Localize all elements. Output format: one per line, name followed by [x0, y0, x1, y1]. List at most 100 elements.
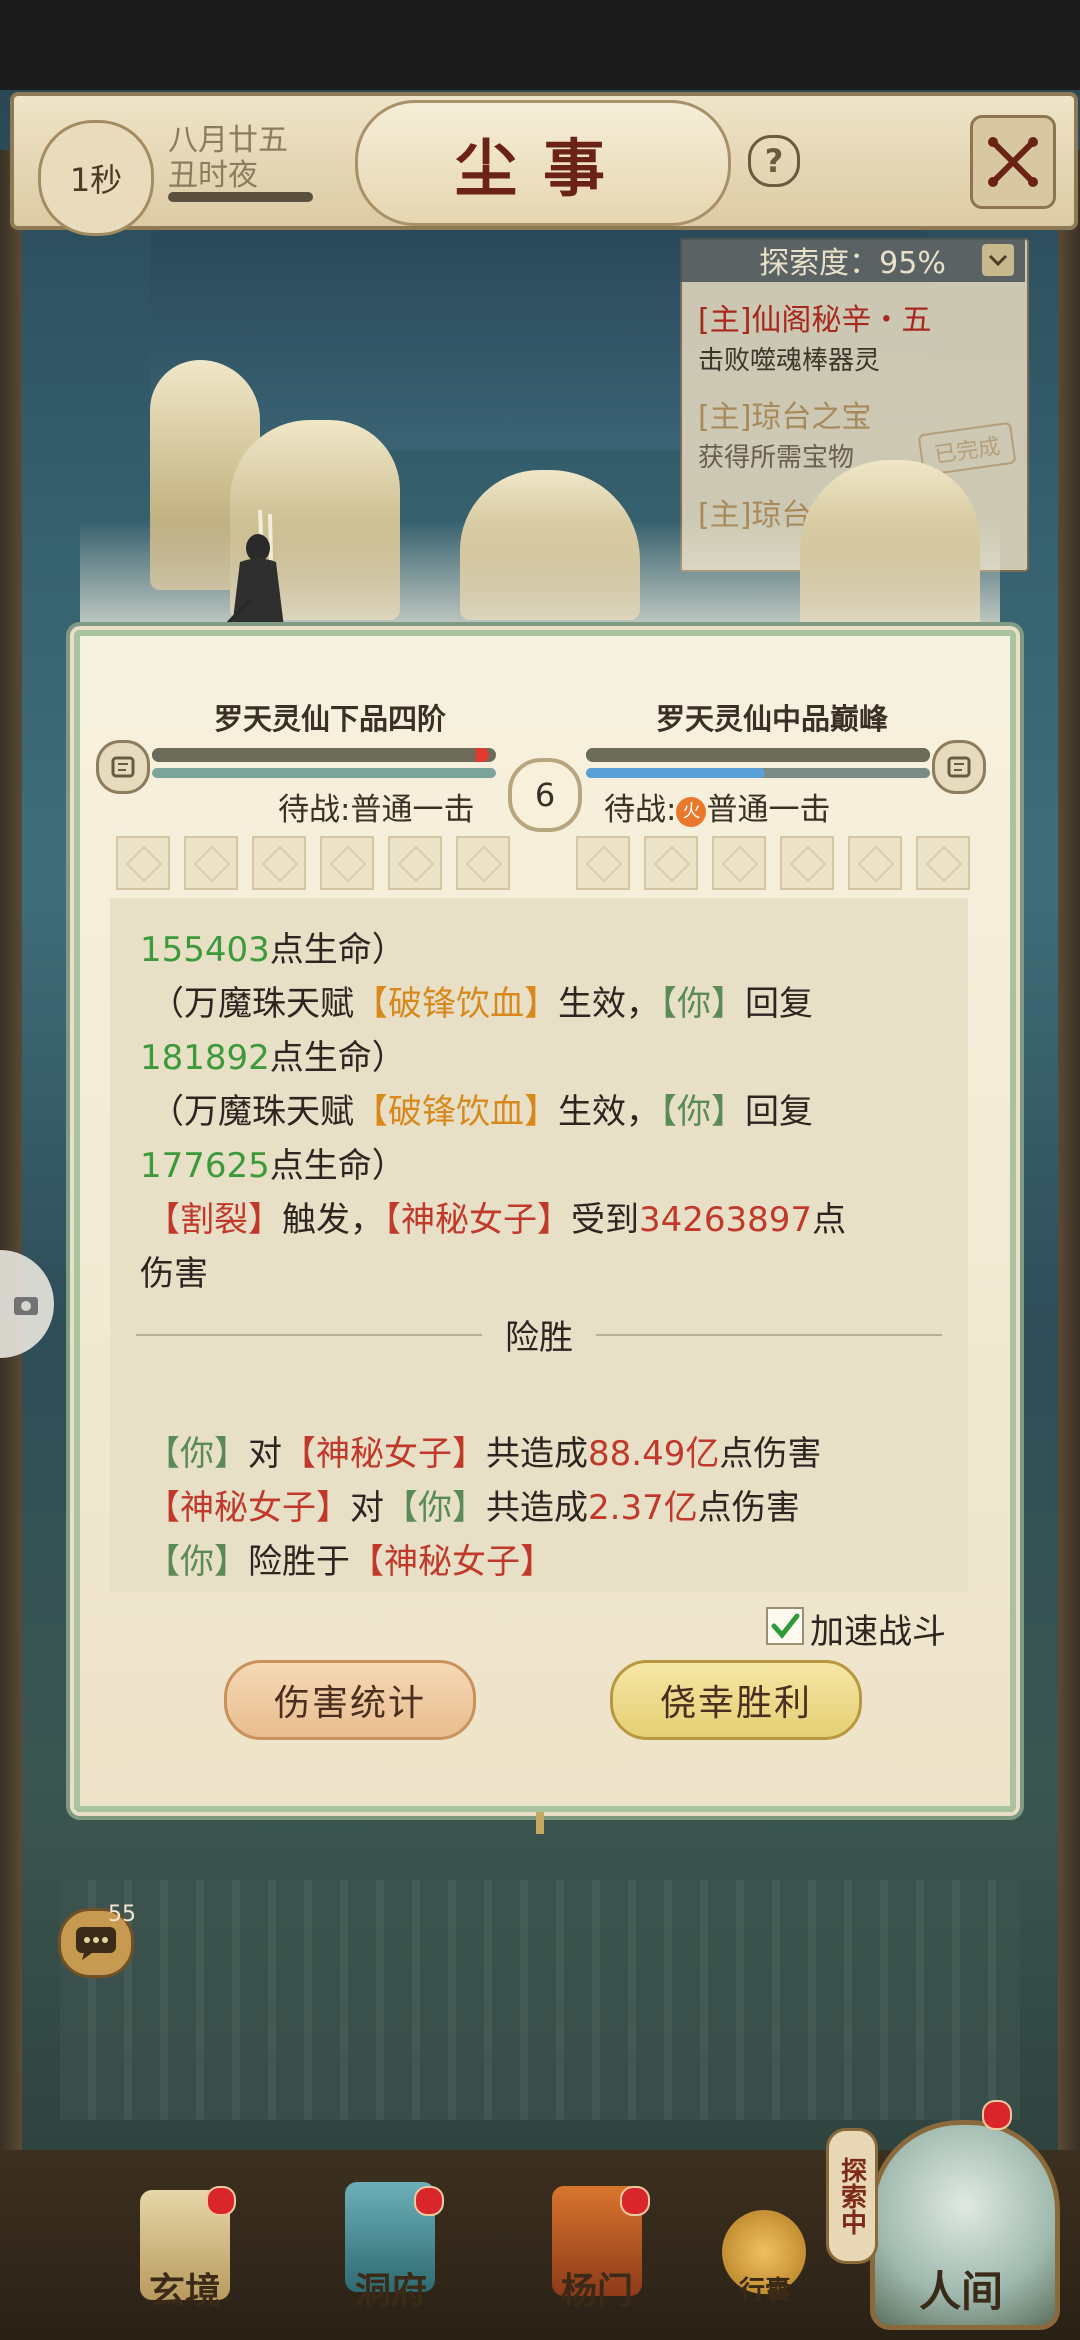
battle-result: 险胜	[505, 1318, 573, 1358]
summary-line: 【你】险胜于【神秘女子】	[146, 1534, 554, 1583]
player-energy-bar	[152, 768, 496, 778]
log-text: 触发，	[282, 1200, 384, 1240]
round-counter: 6	[508, 758, 582, 832]
damage-stats-button[interactable]: 伤害统计	[224, 1660, 476, 1740]
enemy-info-button[interactable]	[932, 740, 986, 794]
page-title: 尘事	[355, 100, 731, 226]
player-hp-bar	[152, 748, 496, 762]
player-name: 【你】	[146, 1542, 248, 1582]
notification-dot	[982, 2100, 1012, 2130]
log-text: 对	[350, 1488, 384, 1528]
nav-item-dongfu[interactable]: 洞府	[326, 2262, 456, 2314]
player-status-prefix: 待战:	[278, 792, 351, 828]
log-text: 受到	[571, 1200, 639, 1240]
balcony-scenery	[60, 1880, 1020, 2120]
log-text: 生效，	[558, 984, 660, 1024]
enemy-buff-slot[interactable]	[916, 836, 970, 890]
log-text: （万魔珠天赋	[150, 1092, 354, 1132]
player-name: 【你】	[146, 1434, 248, 1474]
heal-amount: 177625	[140, 1146, 270, 1186]
log-text: 共造成	[486, 1488, 588, 1528]
log-text: （万魔珠天赋	[150, 984, 354, 1024]
collapse-quests-button[interactable]	[982, 244, 1014, 276]
log-text: 回复	[745, 984, 813, 1024]
nav-item-yangmen[interactable]: 杨门	[532, 2262, 662, 2314]
status-strip	[0, 0, 1080, 90]
dialog-tassel	[536, 1812, 544, 1834]
player-buff-slot[interactable]	[320, 836, 374, 890]
log-text: 伤害	[140, 1254, 208, 1294]
log-line: （万魔珠天赋【破锋饮血】生效，【你】回复	[150, 976, 813, 1025]
enemy-buff-slot[interactable]	[644, 836, 698, 890]
quest-title[interactable]: [主]仙阁秘辛・五	[698, 295, 931, 339]
enemy-hp-fill	[586, 748, 930, 762]
quest-subtitle: 获得所需宝物	[698, 443, 855, 473]
player-name: 【你】	[384, 1488, 486, 1528]
nav-item-xuanjing[interactable]: 玄境	[120, 2262, 250, 2314]
log-text: 回复	[745, 1092, 813, 1132]
log-text: 点	[812, 1200, 847, 1240]
log-line: 【割裂】触发，【神秘女子】受到34263897点	[146, 1192, 846, 1241]
enemy-energy-bar	[586, 768, 930, 778]
player-name: 【你】	[660, 1092, 745, 1132]
enemy-hp-bar	[586, 748, 930, 762]
summary-line: 【神秘女子】对【你】共造成2.37亿点伤害	[146, 1480, 800, 1529]
fire-element-icon: 火	[676, 796, 707, 827]
enemy-buff-slot[interactable]	[576, 836, 630, 890]
player-info-button[interactable]	[96, 740, 150, 794]
enemy-status-prefix: 待战:	[604, 792, 677, 828]
scroll-icon	[111, 756, 135, 778]
lucky-win-button[interactable]: 侥幸胜利	[610, 1660, 862, 1740]
damage-amount: 34263897	[639, 1200, 813, 1240]
player-buff-slot[interactable]	[116, 836, 170, 890]
explore-progress: 探索度：95%	[680, 238, 1025, 282]
log-text: 险胜于	[248, 1542, 350, 1582]
checkmark-icon	[771, 1613, 800, 1639]
enemy-status-action: 普通一击	[706, 792, 831, 828]
player-buff-slot[interactable]	[388, 836, 442, 890]
damage-amount: 88.49亿	[588, 1434, 720, 1474]
log-text: 点生命）	[269, 1038, 406, 1078]
enemy-name: 【神秘女子】	[350, 1542, 554, 1582]
damage-amount: 2.37亿	[588, 1488, 698, 1528]
log-line: 伤害	[140, 1246, 208, 1295]
chat-unread-count: 55	[108, 1902, 136, 1927]
summary-line: 【你】对【神秘女子】共造成88.49亿点伤害	[146, 1426, 821, 1475]
player-buff-slot[interactable]	[184, 836, 238, 890]
speed-up-label[interactable]: 加速战斗	[810, 1604, 946, 1653]
speed-up-checkbox[interactable]	[766, 1607, 804, 1645]
nav-item-world[interactable]: 人间	[896, 2258, 1026, 2319]
help-button[interactable]: ?	[748, 135, 800, 187]
enemy-name: 【神秘女子】	[282, 1434, 486, 1474]
log-text: 共造成	[486, 1434, 588, 1474]
enemy-buff-slot[interactable]	[848, 836, 902, 890]
player-buff-slot[interactable]	[252, 836, 306, 890]
time-progress-bar	[168, 192, 313, 202]
notification-dot	[620, 2186, 650, 2216]
nav-item-inventory[interactable]: 行囊	[700, 2270, 830, 2307]
log-line: 181892点生命）	[140, 1030, 406, 1079]
player-status: 待战:普通一击	[278, 784, 474, 829]
close-icon	[988, 137, 1038, 187]
enemy-buff-slot[interactable]	[712, 836, 766, 890]
enemy-buff-slot[interactable]	[780, 836, 834, 890]
log-line: 177625点生命）	[140, 1138, 406, 1187]
divider	[136, 1334, 482, 1336]
log-line: （万魔珠天赋【破锋饮血】生效，【你】回复	[150, 1084, 813, 1133]
chevron-down-icon	[988, 254, 1008, 267]
player-buff-slot[interactable]	[456, 836, 510, 890]
frame-right	[1058, 150, 1080, 2150]
player-name: 【你】	[660, 984, 745, 1024]
log-text: 生效，	[558, 1092, 660, 1132]
close-button[interactable]	[970, 115, 1056, 209]
divider	[596, 1334, 942, 1336]
log-line: 155403点生命）	[140, 922, 406, 971]
log-text: 点生命）	[269, 930, 406, 970]
scroll-icon	[947, 756, 971, 778]
time-line: 丑时夜	[168, 158, 258, 193]
quest-subtitle: 击败噬魂棒器灵	[698, 346, 881, 376]
log-text: 点伤害	[697, 1488, 800, 1528]
player-status-action: 普通一击	[350, 792, 475, 828]
quest-title[interactable]: [主]琼台之宝	[698, 392, 871, 436]
page-title-text: 尘事	[454, 132, 631, 205]
